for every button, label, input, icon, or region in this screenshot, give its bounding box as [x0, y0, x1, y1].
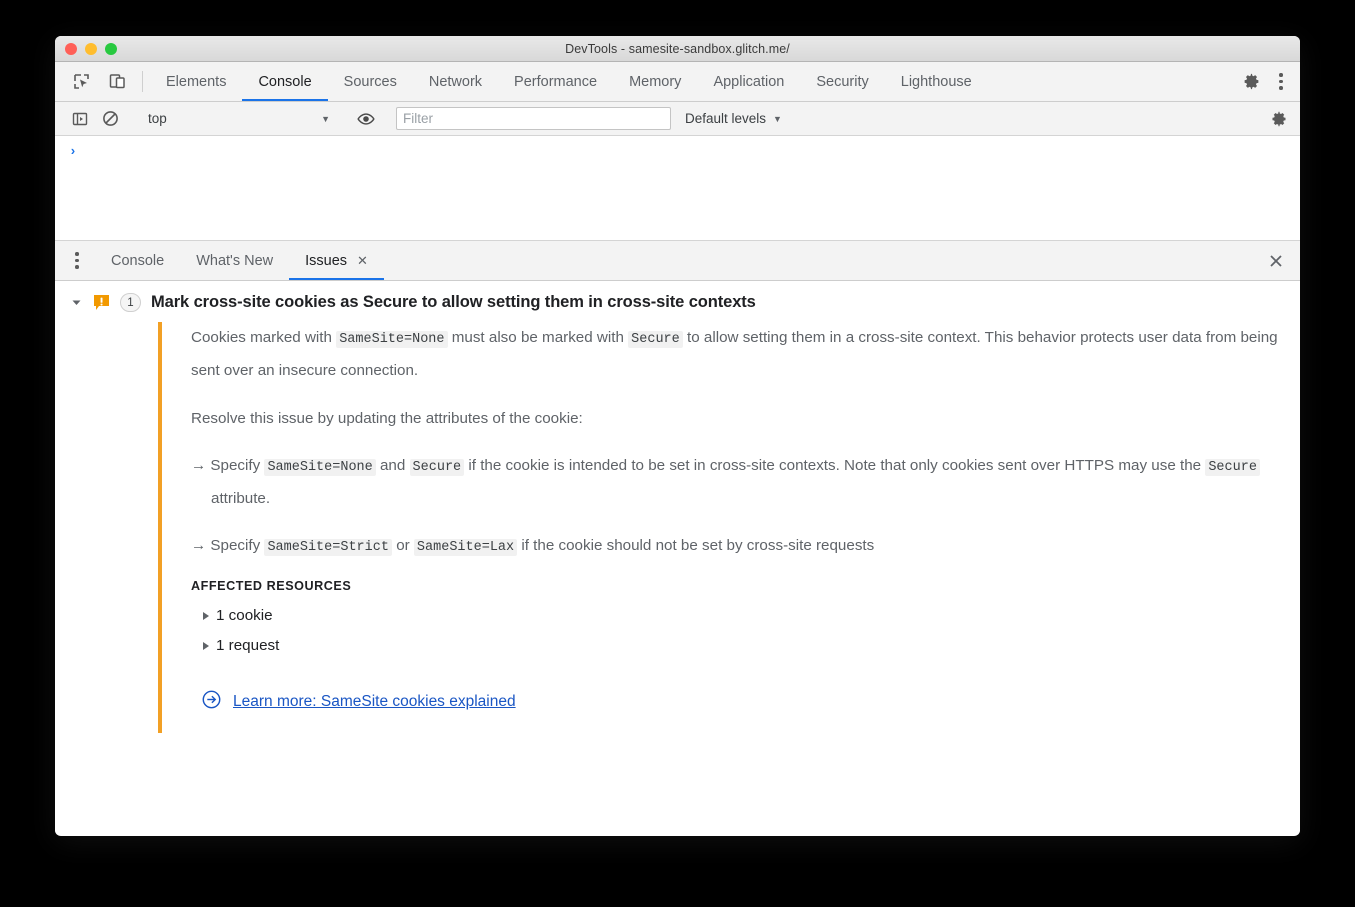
- tab-lighthouse[interactable]: Lighthouse: [885, 62, 988, 101]
- log-levels-selector[interactable]: Default levels ▼: [685, 111, 782, 126]
- minimize-window-button[interactable]: [85, 42, 97, 55]
- drawer-tab-bar: Console What's New Issues ✕: [55, 241, 1300, 281]
- filter-input[interactable]: [396, 107, 671, 130]
- b1-code-secure: Secure: [409, 459, 465, 476]
- b1-part1: Specify: [206, 457, 265, 474]
- drawer-tab-console[interactable]: Console: [95, 241, 180, 280]
- affected-resource-cookie-label: 1 cookie: [216, 607, 273, 624]
- tab-memory[interactable]: Memory: [613, 62, 697, 101]
- drawer-tab-whats-new-label: What's New: [196, 252, 274, 269]
- drawer-kebab-icon[interactable]: [59, 241, 95, 280]
- warning-issue-icon: [93, 294, 110, 311]
- kebab-menu-icon[interactable]: [1268, 73, 1294, 90]
- b2-code-samesite-strict: SameSite=Strict: [264, 539, 392, 556]
- devtools-main-toolbar: Elements Console Sources Network Perform…: [55, 62, 1300, 102]
- drawer-tab-issues-label: Issues: [305, 252, 348, 269]
- issue-bullet-1: → Specify SameSite=None and Secure if th…: [191, 450, 1280, 514]
- tab-elements[interactable]: Elements: [150, 62, 242, 101]
- console-output-area[interactable]: ›: [55, 136, 1300, 241]
- learn-more-link[interactable]: Learn more: SameSite cookies explained: [233, 693, 516, 711]
- tab-sources[interactable]: Sources: [328, 62, 413, 101]
- p1-part2: must also be marked with: [447, 329, 629, 346]
- chevron-down-icon: ▼: [321, 113, 330, 124]
- inspect-element-icon[interactable]: [63, 62, 99, 101]
- devtools-window: DevTools - samesite-sandbox.glitch.me/ E: [55, 36, 1300, 836]
- maximize-window-button[interactable]: [105, 42, 117, 55]
- b1-part3: if the cookie is intended to be set in c…: [464, 457, 1206, 474]
- tab-application[interactable]: Application: [697, 62, 800, 101]
- b2-part3: if the cookie should not be set by cross…: [517, 537, 875, 554]
- window-controls[interactable]: [65, 42, 117, 55]
- close-icon[interactable]: ✕: [357, 254, 368, 267]
- b2-part2: or: [391, 537, 414, 554]
- tab-security[interactable]: Security: [800, 62, 884, 101]
- b1-part2: and: [375, 457, 410, 474]
- issue-title: Mark cross-site cookies as Secure to all…: [151, 293, 756, 311]
- execution-context-selector[interactable]: top ▼: [140, 111, 336, 126]
- arrow-right-icon: →: [191, 537, 207, 554]
- issue-header-row[interactable]: 1 Mark cross-site cookies as Secure to a…: [55, 281, 1300, 322]
- device-toolbar-icon[interactable]: [99, 62, 135, 101]
- affected-resource-cookie[interactable]: 1 cookie: [191, 601, 1280, 631]
- issue-body: Cookies marked with SameSite=None must a…: [158, 322, 1300, 733]
- p1-code-samesite-none: SameSite=None: [336, 331, 448, 348]
- affected-resource-request-label: 1 request: [216, 637, 280, 654]
- gear-icon[interactable]: [1234, 72, 1268, 91]
- p1-part1: Cookies marked with: [191, 329, 337, 346]
- issue-count-badge: 1: [120, 293, 141, 312]
- tab-performance[interactable]: Performance: [498, 62, 613, 101]
- chevron-right-icon[interactable]: [203, 642, 209, 650]
- b1-code-samesite-none: SameSite=None: [264, 459, 376, 476]
- close-window-button[interactable]: [65, 42, 77, 55]
- drawer-tab-issues[interactable]: Issues ✕: [289, 241, 384, 280]
- console-prompt-icon: ›: [69, 144, 77, 159]
- p1-code-secure: Secure: [628, 331, 683, 348]
- execution-context-value: top: [148, 111, 167, 126]
- window-titlebar: DevTools - samesite-sandbox.glitch.me/: [55, 36, 1300, 62]
- console-filter-toolbar: top ▼ Default levels ▼: [55, 102, 1300, 136]
- clear-console-icon[interactable]: [95, 107, 125, 131]
- main-toolbar-right: [1219, 62, 1300, 101]
- drawer-tab-console-label: Console: [111, 252, 165, 269]
- desktop-background: DevTools - samesite-sandbox.glitch.me/ E: [0, 0, 1355, 907]
- tab-network[interactable]: Network: [413, 62, 498, 101]
- filterbar-right: [1249, 107, 1294, 131]
- log-levels-label: Default levels: [685, 111, 767, 126]
- b2-part1: Specify: [206, 537, 265, 554]
- show-console-sidebar-icon[interactable]: [65, 107, 95, 131]
- window-title: DevTools - samesite-sandbox.glitch.me/: [565, 41, 790, 56]
- chevron-right-icon[interactable]: [203, 612, 209, 620]
- tab-console[interactable]: Console: [242, 62, 328, 101]
- chevron-down-icon: ▼: [773, 113, 782, 124]
- affected-resource-request[interactable]: 1 request: [191, 631, 1280, 661]
- close-drawer-button[interactable]: [1252, 241, 1300, 280]
- live-expression-eye-icon[interactable]: [351, 107, 381, 131]
- issue-bullet-2: → Specify SameSite=Strict or SameSite=La…: [191, 530, 1280, 563]
- drawer-tab-whats-new[interactable]: What's New: [180, 241, 289, 280]
- b2-code-samesite-lax: SameSite=Lax: [413, 539, 518, 556]
- b1-code-secure-2: Secure: [1205, 459, 1260, 476]
- issues-pane: 1 Mark cross-site cookies as Secure to a…: [55, 281, 1300, 835]
- issue-paragraph-1: Cookies marked with SameSite=None must a…: [191, 322, 1280, 386]
- b1-part4: attribute.: [211, 490, 271, 507]
- console-settings-gear-icon[interactable]: [1264, 107, 1294, 131]
- chevron-down-icon[interactable]: [69, 296, 83, 310]
- affected-resources-heading: AFFECTED RESOURCES: [191, 579, 352, 593]
- toolbar-divider: [142, 71, 143, 92]
- external-link-circle-arrow-icon: [201, 689, 222, 715]
- issue-paragraph-2: Resolve this issue by updating the attri…: [191, 410, 583, 427]
- learn-more-row[interactable]: Learn more: SameSite cookies explained: [191, 689, 1280, 715]
- arrow-right-icon: →: [191, 457, 207, 474]
